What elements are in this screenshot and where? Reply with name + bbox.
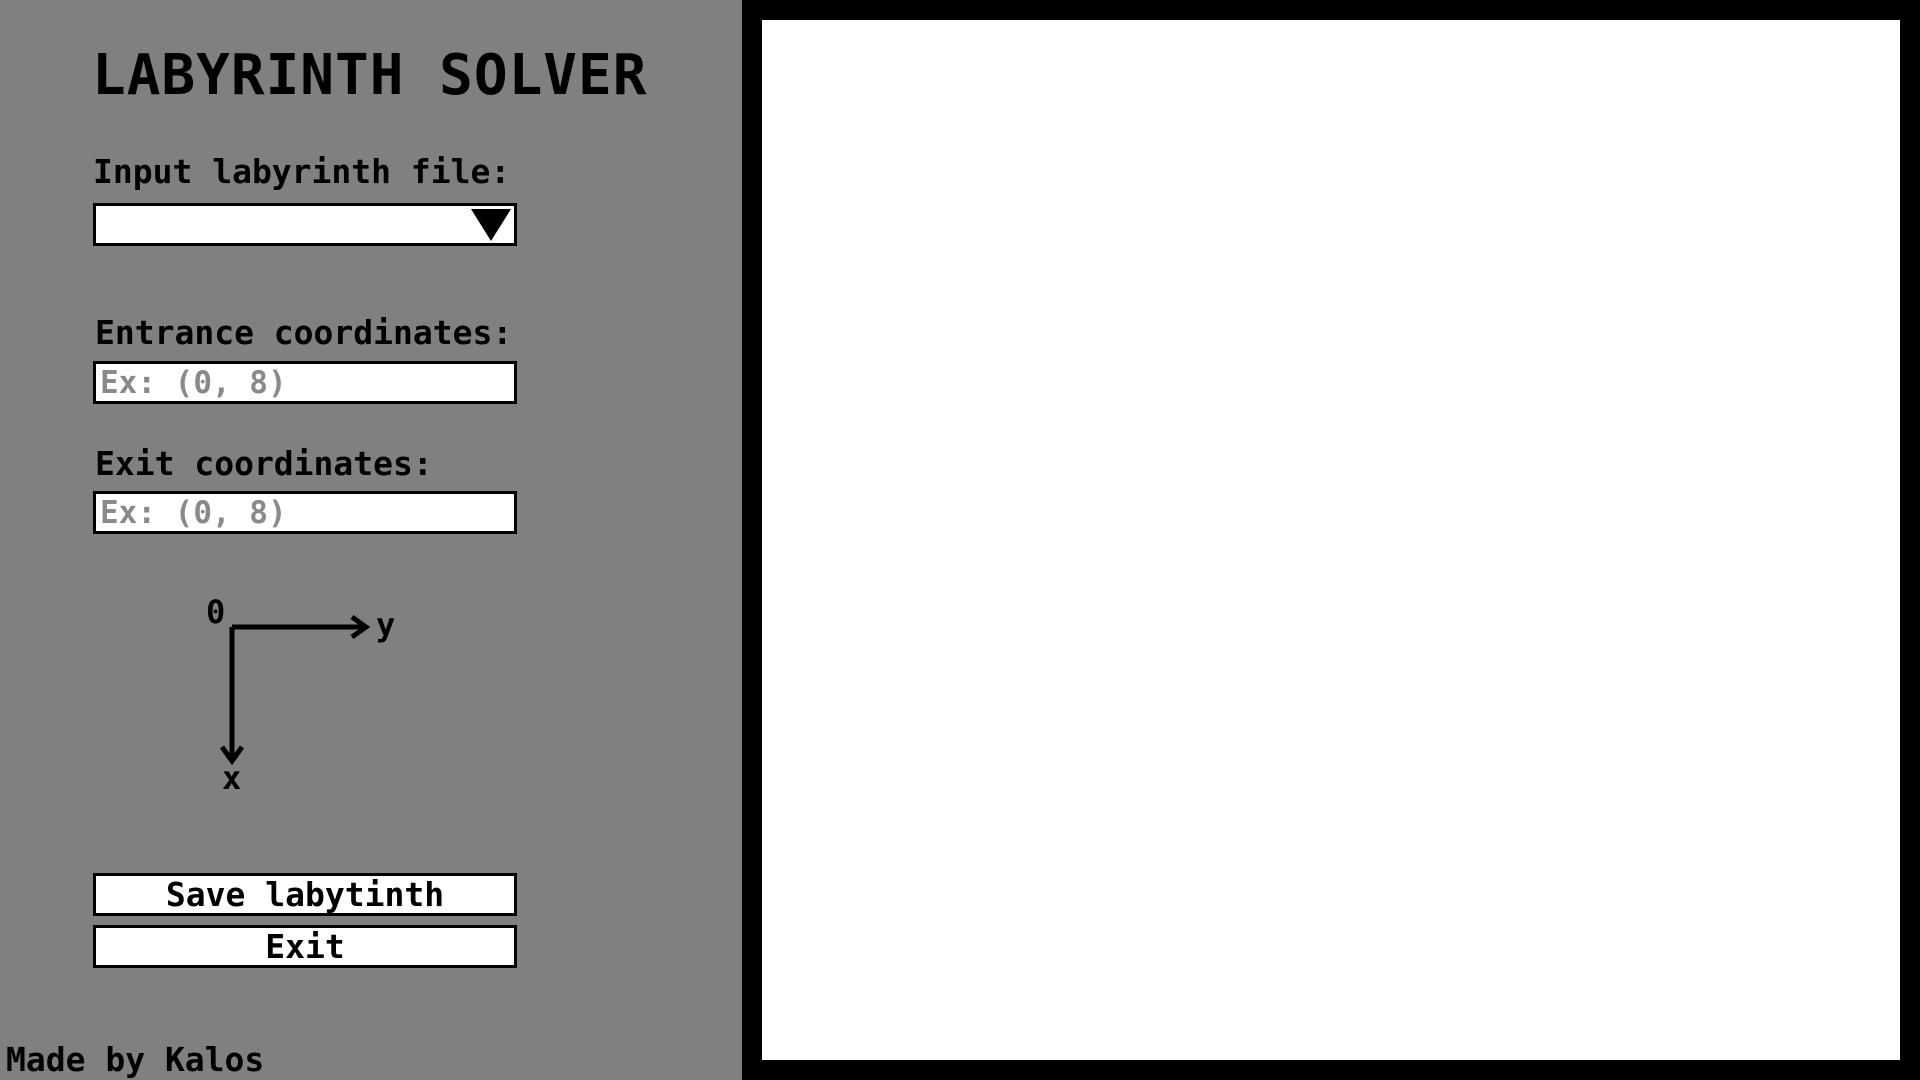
control-panel: LABYRINTH SOLVER Input labyrinth file: E… xyxy=(0,0,742,1080)
footer-credit: Made by Kalos xyxy=(6,1040,265,1079)
labyrinth-canvas-frame xyxy=(742,0,1920,1080)
axis-y-label: y xyxy=(376,606,396,644)
save-labyrinth-button[interactable]: Save labytinth xyxy=(93,873,517,916)
axis-x-label: x xyxy=(222,759,242,797)
axes-arrows-icon xyxy=(219,614,371,766)
axis-origin-label: 0 xyxy=(206,593,226,631)
exit-button[interactable]: Exit xyxy=(93,925,517,968)
app-window: LABYRINTH SOLVER Input labyrinth file: E… xyxy=(0,0,1920,1080)
labyrinth-canvas[interactable] xyxy=(762,20,1900,1060)
